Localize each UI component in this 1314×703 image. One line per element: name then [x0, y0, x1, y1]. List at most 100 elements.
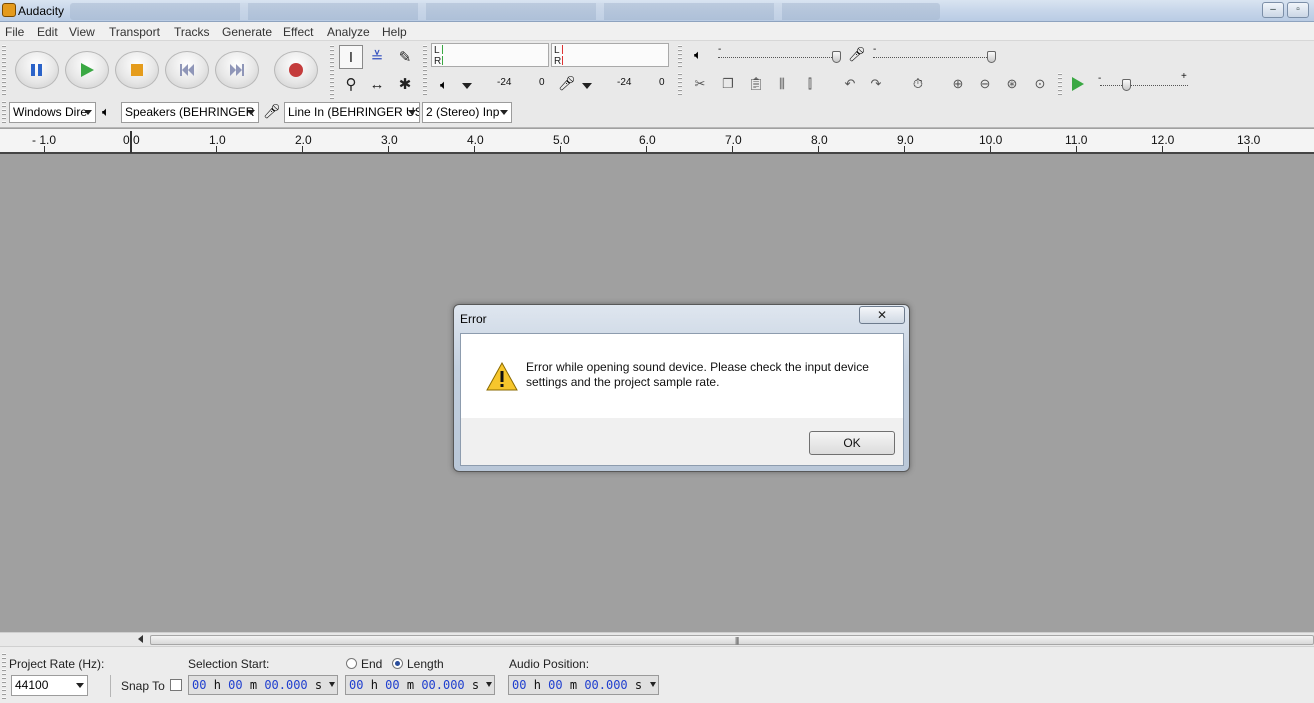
skip-to-end-button[interactable]: [215, 51, 259, 89]
fit-selection-button[interactable]: ⊛: [1000, 73, 1024, 95]
chevron-down-icon[interactable]: [486, 682, 492, 687]
playback-volume-thumb[interactable]: [832, 51, 841, 63]
play-button[interactable]: [65, 51, 109, 89]
menu-file[interactable]: File: [5, 25, 24, 39]
redo-button[interactable]: ↷: [864, 73, 888, 95]
playback-meter-marker: [442, 56, 443, 65]
record-volume-slider[interactable]: [873, 57, 993, 58]
playback-meter-dropdown[interactable]: [462, 83, 472, 89]
time-minutes-unit: m: [406, 678, 415, 692]
chevron-down-icon: [247, 110, 255, 115]
time-minutes: 00: [385, 678, 400, 692]
ruler-label: 10.0: [979, 133, 1003, 147]
project-rate-select[interactable]: 44100: [11, 675, 88, 696]
stop-button[interactable]: [115, 51, 159, 89]
record-volume-thumb[interactable]: [987, 51, 996, 63]
error-dialog: Error ✕ Error while opening sound device…: [453, 304, 910, 472]
zoom-out-button[interactable]: ⊖: [973, 73, 997, 95]
ruler-label: 11.0: [1065, 133, 1088, 147]
toolbar-grip[interactable]: [2, 653, 6, 699]
toolbar-grip[interactable]: [330, 45, 334, 99]
selection-start-time[interactable]: 00 h 00 m 00.000 s: [188, 675, 338, 695]
length-radio[interactable]: [392, 658, 403, 669]
timeshift-tool-button[interactable]: ↔: [365, 72, 389, 96]
output-device-select[interactable]: Speakers (BEHRINGER U: [121, 102, 259, 123]
record-meter[interactable]: L R: [551, 43, 669, 67]
undo-button[interactable]: ↶: [838, 73, 862, 95]
toolbar-grip[interactable]: [2, 45, 6, 97]
snap-to-checkbox[interactable]: [170, 679, 182, 691]
horizontal-scrollbar[interactable]: |||: [0, 632, 1314, 646]
audio-position-time[interactable]: 00 h 00 m 00.000 s: [508, 675, 659, 695]
toolbar-grip[interactable]: [1058, 73, 1062, 97]
record-button[interactable]: [274, 51, 318, 89]
playback-volume-slider[interactable]: [718, 57, 838, 58]
end-label: End: [361, 657, 383, 671]
silence-button[interactable]: ⫿: [798, 73, 822, 95]
time-hours-unit: h: [213, 678, 221, 692]
scroll-left-arrow-icon[interactable]: [138, 635, 143, 643]
ruler-label: 1.0: [209, 133, 226, 147]
zoom-in-icon: ⊕: [952, 76, 964, 91]
silence-audio-icon: ⫿: [807, 76, 813, 91]
trim-button[interactable]: ⫼: [770, 73, 794, 95]
pause-button[interactable]: [15, 51, 59, 89]
fit-selection-icon: ⊛: [1006, 76, 1018, 91]
draw-tool-button[interactable]: ✎: [393, 45, 417, 69]
time-minutes-unit: m: [249, 678, 258, 692]
sync-lock-button[interactable]: ⏱︎: [906, 73, 930, 95]
ok-button[interactable]: OK: [809, 431, 895, 455]
selection-toolbar: Project Rate (Hz): 44100 Snap To Selecti…: [0, 646, 1314, 703]
playback-meter-marker: [442, 45, 443, 54]
input-device-select[interactable]: Line In (BEHRINGER USI: [284, 102, 420, 123]
chevron-down-icon[interactable]: [650, 682, 656, 687]
toolbar-grip[interactable]: [2, 101, 6, 123]
toolbar-area: I ≚ ✎ ⚲ ↔ ✱ L R L R 🔈︎ -24 0 🎤︎ -24 0 🔈︎…: [0, 41, 1314, 128]
fit-project-button[interactable]: ⊙: [1028, 73, 1052, 95]
zoom-in-button[interactable]: ⊕: [946, 73, 970, 95]
end-radio[interactable]: [346, 658, 357, 669]
menu-generate[interactable]: Generate: [222, 25, 272, 39]
menu-tracks[interactable]: Tracks: [174, 25, 210, 39]
toolbar-grip[interactable]: [678, 45, 682, 69]
menu-view[interactable]: View: [69, 25, 95, 39]
play-at-speed-button[interactable]: [1066, 73, 1090, 95]
play-speed-thumb[interactable]: [1122, 79, 1131, 91]
time-seconds-unit: s: [314, 678, 323, 692]
input-channels-select[interactable]: 2 (Stereo) Inp: [422, 102, 512, 123]
timeline-ruler[interactable]: - 1.0 0.0 1.0 2.0 3.0 4.0 5.0 6.0 7.0 8.…: [0, 129, 1314, 154]
skip-to-start-button[interactable]: [165, 51, 209, 89]
menu-transport[interactable]: Transport: [109, 25, 160, 39]
time-minutes: 00: [228, 678, 243, 692]
copy-button[interactable]: ❐: [716, 73, 740, 95]
toolbar-grip[interactable]: [678, 73, 682, 97]
audio-host-select[interactable]: Windows Dire: [9, 102, 96, 123]
menu-effect[interactable]: Effect: [283, 25, 313, 39]
ruler-label: 8.0: [811, 133, 828, 147]
play-icon: [1072, 77, 1084, 91]
envelope-tool-button[interactable]: ≚: [365, 45, 389, 69]
menu-edit[interactable]: Edit: [37, 25, 58, 39]
maximize-button[interactable]: ▫: [1287, 2, 1309, 18]
record-meter-left: L: [554, 45, 560, 56]
scrollbar-thumb[interactable]: [150, 635, 1314, 645]
record-icon: [275, 52, 317, 88]
paste-button[interactable]: 📋︎: [744, 73, 768, 95]
record-meter-dropdown[interactable]: [582, 83, 592, 89]
menu-analyze[interactable]: Analyze: [327, 25, 370, 39]
dialog-close-button[interactable]: ✕: [859, 306, 905, 324]
selection-tool-button[interactable]: I: [339, 45, 363, 69]
cut-button[interactable]: ✂: [688, 73, 712, 95]
playback-meter[interactable]: L R: [431, 43, 549, 67]
chevron-down-icon[interactable]: [329, 682, 335, 687]
zoom-tool-button[interactable]: ⚲: [339, 72, 363, 96]
multi-tool-button[interactable]: ✱: [393, 72, 417, 96]
menu-help[interactable]: Help: [382, 25, 407, 39]
ruler-label: 9.0: [897, 133, 914, 147]
speed-plus: +: [1181, 71, 1187, 82]
play-speed-slider[interactable]: [1100, 85, 1188, 86]
minimize-button[interactable]: –: [1262, 2, 1284, 18]
toolbar-grip[interactable]: [423, 45, 427, 97]
project-rate-value: 44100: [15, 678, 49, 692]
selection-length-time[interactable]: 00 h 00 m 00.000 s: [345, 675, 495, 695]
